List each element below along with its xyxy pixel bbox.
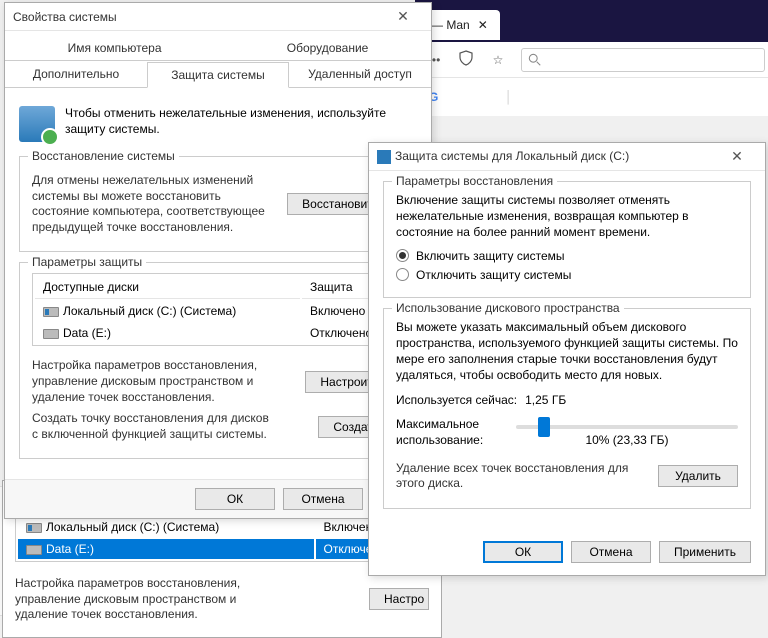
- radio-enable-protection[interactable]: Включить защиту системы: [396, 249, 738, 263]
- apply-button[interactable]: Применить: [659, 541, 751, 563]
- disk-icon: [43, 329, 59, 339]
- disk-icon: [26, 545, 42, 555]
- drive-icon: [377, 150, 391, 164]
- disk-icon: [26, 523, 42, 533]
- close-icon[interactable]: ✕: [717, 148, 757, 165]
- ok-button[interactable]: ОК: [195, 488, 275, 510]
- table-row[interactable]: Data (E:) Отключено: [18, 539, 426, 559]
- tab-remote[interactable]: Удаленный доступ: [289, 61, 431, 87]
- window-title: Защита системы для Локальный диск (C:): [377, 149, 629, 164]
- star-icon[interactable]: ☆: [489, 53, 507, 67]
- delete-desc: Удаление всех точек восстановления для э…: [396, 461, 656, 492]
- cancel-button[interactable]: Отмена: [571, 541, 651, 563]
- current-usage-value: 1,25 ГБ: [525, 393, 566, 407]
- tab-advanced[interactable]: Дополнительно: [5, 61, 147, 87]
- restore-params-group: Параметры восстановления Включение защит…: [383, 181, 751, 298]
- protection-params-group: Параметры защиты Доступные дискиЗащита Л…: [19, 262, 417, 459]
- configure-desc: Настройка параметров восстановления, упр…: [15, 576, 255, 623]
- tab-hardware[interactable]: Оборудование: [272, 35, 384, 60]
- ok-button[interactable]: ОК: [483, 541, 563, 563]
- radio-disable-protection[interactable]: Отключить защиту системы: [396, 268, 738, 282]
- tab-computer-name[interactable]: Имя компьютера: [53, 35, 177, 60]
- system-protection-dialog: Защита системы для Локальный диск (C:) ✕…: [368, 142, 766, 576]
- disk-usage-desc: Вы можете указать максимальный объем дис…: [396, 319, 738, 384]
- info-text: Чтобы отменить нежелательные изменения, …: [65, 106, 417, 142]
- configure-desc: Настройка параметров восстановления, упр…: [32, 358, 272, 405]
- browser-window: — Man ✕ ••• ☆ G │: [415, 0, 768, 116]
- close-icon[interactable]: ✕: [478, 18, 488, 32]
- table-row[interactable]: Data (E:) Отключено: [35, 323, 401, 343]
- delete-button[interactable]: Удалить: [658, 465, 738, 487]
- radio-icon: [396, 268, 409, 281]
- restore-desc: Для отмены нежелательных изменений систе…: [32, 173, 272, 235]
- current-usage-label: Используется сейчас:: [396, 393, 517, 407]
- create-desc: Создать точку восстановления для дисков …: [32, 411, 272, 442]
- configure-button-bg[interactable]: Настро: [369, 588, 429, 610]
- restore-group: Восстановление системы Для отмены нежела…: [19, 156, 417, 252]
- close-icon[interactable]: ✕: [383, 8, 423, 25]
- usage-slider[interactable]: [516, 425, 738, 429]
- tab-title: — Man: [431, 18, 470, 32]
- cancel-button[interactable]: Отмена: [283, 488, 363, 510]
- tab-system-protection[interactable]: Защита системы: [147, 62, 289, 88]
- disk-usage-group: Использование дискового пространства Вы …: [383, 308, 751, 509]
- shield-icon: [19, 106, 55, 142]
- table-row[interactable]: Локальный диск (C:) (Система) Включено: [35, 301, 401, 321]
- table-row[interactable]: Локальный диск (C:) (Система) Включено: [18, 517, 426, 537]
- shield-icon[interactable]: [457, 50, 475, 69]
- search-input[interactable]: [521, 48, 765, 72]
- window-title: Свойства системы: [13, 10, 117, 24]
- drives-table: Доступные дискиЗащита Локальный диск (C:…: [32, 273, 404, 346]
- radio-icon: [396, 249, 409, 262]
- restore-desc: Включение защиты системы позволяет отмен…: [396, 192, 738, 241]
- disk-icon: [43, 307, 59, 317]
- max-usage-label: Максимальное использование:: [396, 417, 506, 448]
